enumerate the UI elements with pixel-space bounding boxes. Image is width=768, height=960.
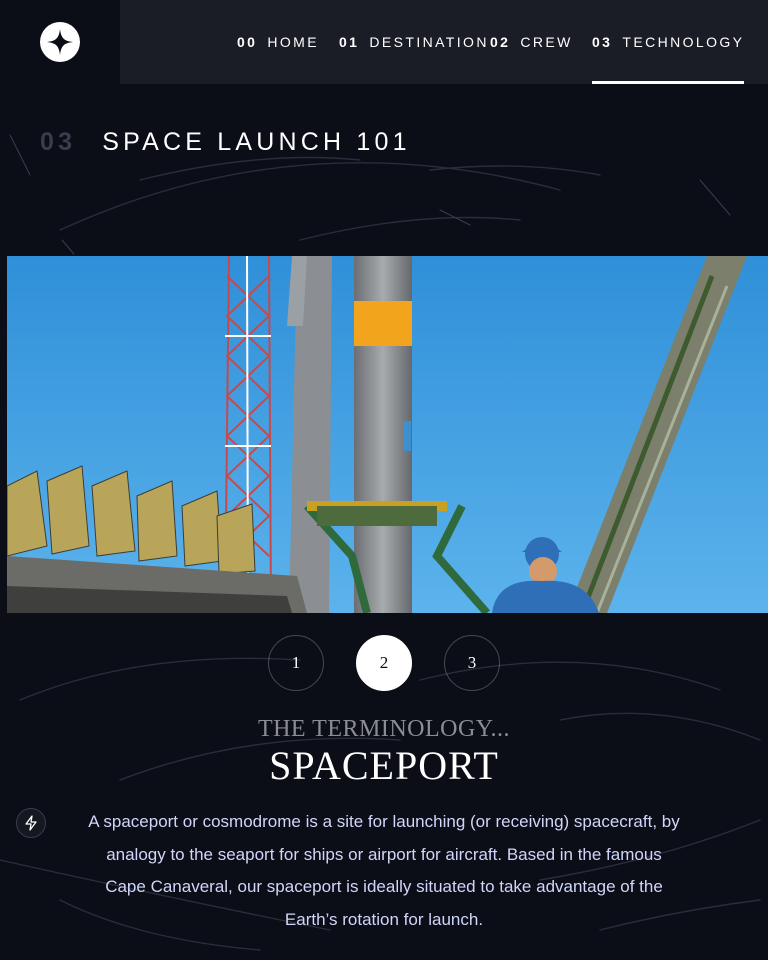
main-navigation: 00 HOME 01 DESTINATION 02 CREW 03 TECHNO… — [120, 0, 768, 84]
page-title: SPACE LAUNCH 101 — [102, 128, 411, 156]
pager-button-2[interactable]: 2 — [356, 635, 412, 691]
nav-item-label: CREW — [520, 34, 573, 50]
terminology-kicker: THE TERMINOLOGY... — [257, 716, 511, 742]
page-heading: 03 SPACE LAUNCH 101 — [40, 128, 411, 157]
nav-item-number: 01 — [339, 34, 360, 50]
star-logo-icon[interactable] — [40, 22, 80, 62]
nav-item-number: 00 — [237, 34, 258, 50]
logo-cell — [0, 0, 120, 84]
pager-button-1[interactable]: 1 — [268, 635, 324, 691]
technology-description: A spaceport or cosmodrome is a site for … — [88, 812, 680, 929]
nav-item-home[interactable]: 00 HOME — [237, 0, 319, 84]
nav-item-number: 02 — [490, 34, 511, 50]
nav-item-crew[interactable]: 02 CREW — [490, 0, 573, 84]
nav-item-label: HOME — [267, 34, 319, 50]
nav-item-destination[interactable]: 01 DESTINATION — [339, 0, 489, 84]
pager-button-3[interactable]: 3 — [444, 635, 500, 691]
technology-name: SPACEPORT — [269, 743, 499, 788]
technology-image — [7, 256, 768, 613]
nav-item-number: 03 — [592, 34, 613, 50]
nav-item-label: TECHNOLOGY — [622, 34, 745, 50]
technology-pager: 1 2 3 — [0, 635, 768, 691]
nav-item-label: DESTINATION — [369, 34, 489, 50]
page-number: 03 — [40, 128, 77, 156]
nav-item-technology[interactable]: 03 TECHNOLOGY — [592, 0, 745, 84]
bolt-icon[interactable] — [16, 808, 46, 838]
